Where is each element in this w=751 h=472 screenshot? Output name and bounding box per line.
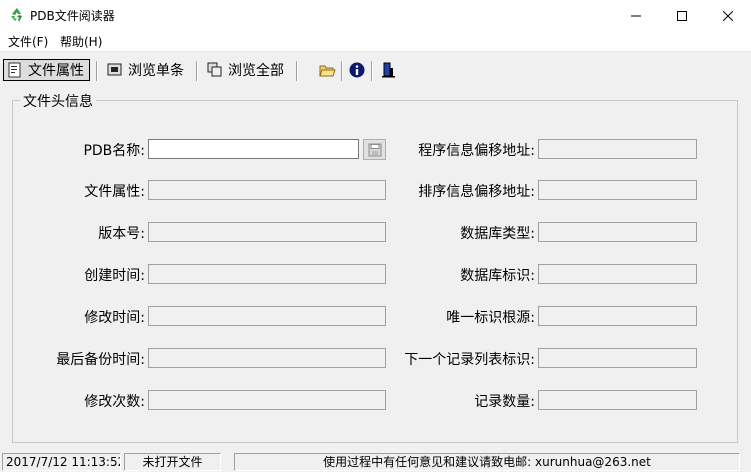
label-database-type: 数据库类型: — [460, 226, 535, 242]
toolbar: 文件属性 浏览单条 浏览全部 — [0, 52, 751, 88]
toolbar-separator — [196, 61, 198, 81]
unique-id-seed-field — [538, 306, 697, 326]
label-modified-time: 修改时间: — [84, 310, 145, 326]
next-record-list-id-field — [538, 348, 697, 368]
menu-file[interactable]: 文件(F) — [8, 33, 48, 50]
open-folder-icon — [318, 65, 336, 76]
toolbar-separator — [296, 61, 298, 81]
title-bar: PDB文件阅读器 — [0, 0, 751, 31]
single-record-icon — [107, 63, 122, 76]
sort-info-offset-field — [538, 180, 697, 200]
file-properties-icon — [8, 62, 21, 78]
modified-time-field — [148, 306, 386, 326]
close-icon — [723, 10, 733, 21]
maximize-icon — [677, 10, 687, 21]
label-last-backup-time: 最后备份时间: — [56, 352, 145, 368]
label-database-id: 数据库标识: — [460, 268, 535, 284]
label-record-count: 记录数量: — [474, 394, 535, 410]
status-bar: 2017/7/12 11:13:52 未打开文件 使用过程中有任何意见和建议请致… — [0, 451, 751, 472]
menu-help[interactable]: 帮助(H) — [60, 33, 102, 50]
browse-single-label: 浏览单条 — [128, 63, 184, 79]
file-attributes-field — [148, 180, 386, 200]
modification-count-field — [148, 390, 386, 410]
save-button[interactable] — [363, 139, 386, 160]
browse-all-button[interactable]: 浏览全部 — [204, 59, 287, 81]
all-records-icon — [207, 62, 222, 77]
version-field — [148, 222, 386, 242]
info-icon — [349, 62, 365, 78]
toolbar-separator — [96, 61, 98, 81]
pdb-name-input[interactable] — [148, 139, 359, 159]
close-button[interactable] — [705, 0, 751, 31]
browse-all-label: 浏览全部 — [228, 63, 284, 79]
menu-bar: 文件(F) 帮助(H) — [0, 31, 751, 52]
groupbox-title: 文件头信息 — [20, 91, 96, 111]
recycle-icon — [11, 8, 22, 22]
app-info-offset-field — [538, 139, 697, 159]
window-title: PDB文件阅读器 — [30, 9, 115, 23]
exit-button[interactable] — [379, 61, 397, 79]
minimize-button[interactable] — [613, 0, 659, 31]
label-created-time: 创建时间: — [84, 268, 145, 284]
label-sort-info-offset: 排序信息偏移地址: — [418, 184, 535, 200]
open-folder-button[interactable] — [318, 61, 336, 79]
browse-single-button[interactable]: 浏览单条 — [104, 59, 187, 81]
record-count-field — [538, 390, 697, 410]
file-attributes-label: 文件属性 — [28, 63, 84, 79]
minimize-icon — [631, 15, 641, 16]
status-feedback: 使用过程中有任何意见和建议请致电邮: xurunhua@263.net — [234, 453, 740, 471]
toolbar-separator — [341, 61, 343, 81]
label-app-info-offset: 程序信息偏移地址: — [418, 143, 535, 159]
toolbar-separator — [371, 61, 373, 81]
save-icon — [368, 143, 381, 156]
database-id-field — [538, 264, 697, 284]
last-backup-time-field — [148, 348, 386, 368]
file-attributes-button[interactable]: 文件属性 — [3, 59, 90, 81]
label-unique-id-seed: 唯一标识根源: — [446, 310, 535, 326]
maximize-button[interactable] — [659, 0, 705, 31]
created-time-field — [148, 264, 386, 284]
exit-door-icon — [382, 62, 395, 78]
label-next-record-list-id: 下一个记录列表标识: — [404, 352, 535, 368]
label-version: 版本号: — [98, 226, 145, 242]
label-file-attributes: 文件属性: — [84, 184, 145, 200]
label-modification-count: 修改次数: — [84, 394, 145, 410]
status-datetime: 2017/7/12 11:13:52 — [2, 453, 121, 471]
about-button[interactable] — [348, 61, 366, 79]
status-file-state: 未打开文件 — [124, 453, 221, 471]
database-type-field — [538, 222, 697, 242]
label-pdb-name: PDB名称: — [83, 143, 145, 159]
